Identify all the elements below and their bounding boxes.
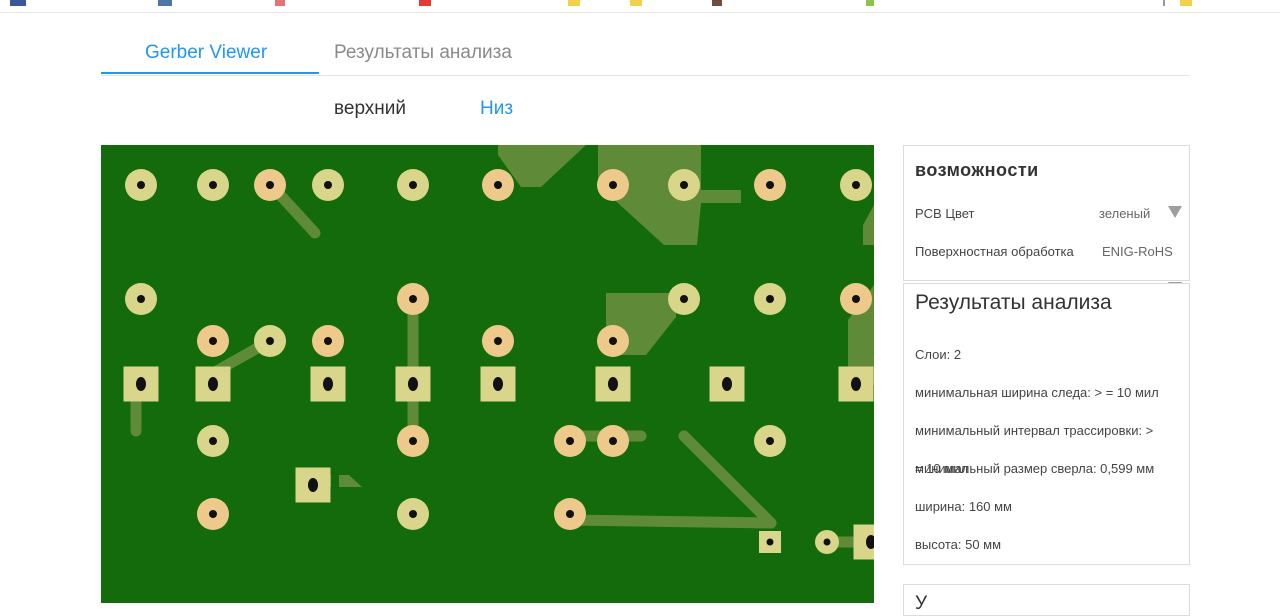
board-height: высота: 50 мм (915, 537, 1002, 552)
drill-hole (209, 337, 217, 345)
bookmark-separator (1163, 0, 1165, 6)
drill-hole (680, 181, 688, 189)
drill-hole (766, 295, 774, 303)
browser-bookmarks-bar (0, 0, 1280, 13)
drill-hole (609, 181, 617, 189)
drill-hole (137, 295, 145, 303)
drill-hole (209, 437, 217, 445)
drill-hole (608, 377, 618, 391)
drill-hole (680, 295, 688, 303)
drill-hole (208, 377, 218, 391)
tab-gerber-viewer[interactable]: Gerber Viewer (145, 41, 267, 65)
drill-hole (323, 377, 333, 391)
features-panel: возможности PCB Цвет зеленый Поверхностн… (903, 145, 1190, 294)
pcb-render (101, 145, 874, 603)
gerber-viewer-canvas[interactable] (101, 145, 874, 603)
drill-hole (823, 538, 831, 546)
drill-hole (609, 337, 617, 345)
bookmark-icon[interactable] (712, 0, 722, 6)
drill-hole (308, 478, 318, 492)
min-drill-size: минимальный размер сверла: 0,599 мм (915, 461, 1155, 476)
drill-hole (493, 377, 503, 391)
analysis-title: Результаты анализа (915, 291, 1112, 314)
facebook-bookmark-icon[interactable] (10, 0, 26, 6)
bookmark-icon[interactable] (275, 0, 285, 6)
drill-hole (566, 510, 574, 518)
drill-hole (494, 337, 502, 345)
drill-hole (566, 437, 574, 445)
folder-bookmark-icon[interactable] (568, 0, 580, 6)
bookmark-icon[interactable] (866, 0, 874, 6)
next-panel: У (903, 584, 1190, 616)
drill-hole (409, 437, 417, 445)
folder-bookmark-icon[interactable] (630, 0, 642, 6)
drill-hole (766, 437, 774, 445)
drill-hole (324, 337, 332, 345)
drill-hole (324, 181, 332, 189)
drill-hole (852, 181, 860, 189)
drill-hole (137, 181, 145, 189)
min-trace-width: минимальная ширина следа: > = 10 мил (915, 385, 1159, 400)
drill-hole (766, 181, 774, 189)
board-width: ширина: 160 мм (915, 499, 1012, 514)
drill-hole (852, 295, 860, 303)
pcb-color-select[interactable]: зеленый (1099, 206, 1150, 221)
drill-hole (494, 181, 502, 189)
vk-bookmark-icon[interactable] (158, 0, 172, 6)
tab-bar: Gerber Viewer Результаты анализа (101, 30, 1189, 76)
drill-hole (722, 377, 732, 391)
layers-count: Слои: 2 (915, 347, 962, 362)
tab-analysis-results[interactable]: Результаты анализа (334, 41, 512, 65)
bookmark-icon[interactable] (419, 0, 431, 6)
next-panel-title: У (915, 593, 928, 614)
surface-finish-label: Поверхностная обработка (915, 244, 1074, 259)
drill-hole (266, 337, 274, 345)
features-title: возможности (915, 160, 1039, 180)
drill-hole (266, 181, 274, 189)
drill-hole (766, 538, 774, 546)
drill-hole (209, 181, 217, 189)
chevron-down-icon[interactable] (1168, 206, 1182, 218)
drill-hole (136, 377, 146, 391)
layer-bottom-button[interactable]: Низ (480, 97, 513, 121)
drill-hole (609, 437, 617, 445)
layer-top-button[interactable]: верхний (334, 97, 406, 121)
pcb-color-label: PCB Цвет (915, 206, 975, 221)
min-trace-spacing: минимальный интервал трассировки: > (915, 423, 1154, 438)
drill-hole (409, 181, 417, 189)
drill-hole (209, 510, 217, 518)
drill-hole (408, 377, 418, 391)
surface-finish-select[interactable]: ENIG-RoHS (1102, 244, 1173, 259)
analysis-panel: Результаты анализа Слои: 2 минимальная ш… (903, 283, 1190, 565)
folder-bookmark-icon[interactable] (1180, 0, 1192, 6)
drill-hole (409, 510, 417, 518)
drill-hole (851, 377, 861, 391)
active-tab-indicator (101, 72, 319, 74)
drill-hole (409, 295, 417, 303)
